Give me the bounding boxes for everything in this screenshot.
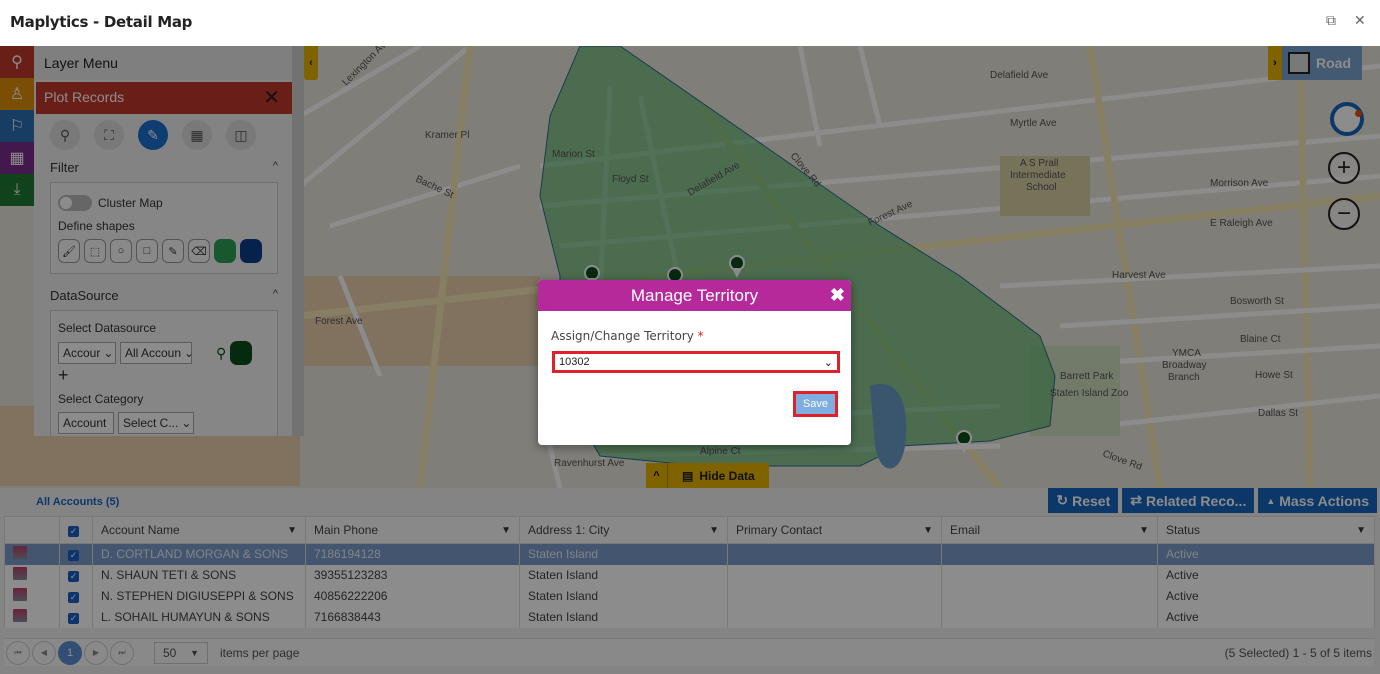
dialog-title: Manage Territory — [630, 286, 759, 305]
manage-territory-dialog: Manage Territory ✖ Assign/Change Territo… — [538, 280, 851, 445]
chevron-down-icon: ⌄ — [823, 356, 833, 369]
territory-field-label: Assign/Change Territory * — [551, 329, 851, 343]
close-dialog-icon[interactable]: ✖ — [830, 280, 845, 311]
dialog-header: Manage Territory ✖ — [538, 280, 851, 311]
territory-label-text: Assign/Change Territory — [551, 329, 694, 343]
window-title: Maplytics - Detail Map — [10, 13, 193, 31]
territory-select-value: 10302 — [559, 356, 590, 368]
restore-window-icon[interactable]: ⧉ — [1326, 12, 1336, 29]
save-label: Save — [795, 394, 835, 414]
window-titlebar: Maplytics - Detail Map ⧉ ✕ — [0, 0, 1380, 46]
required-marker: * — [697, 329, 704, 343]
territory-select[interactable]: 10302 ⌄ — [552, 351, 840, 373]
save-button[interactable]: Save — [792, 391, 838, 417]
close-icon[interactable]: ✕ — [1354, 12, 1366, 29]
